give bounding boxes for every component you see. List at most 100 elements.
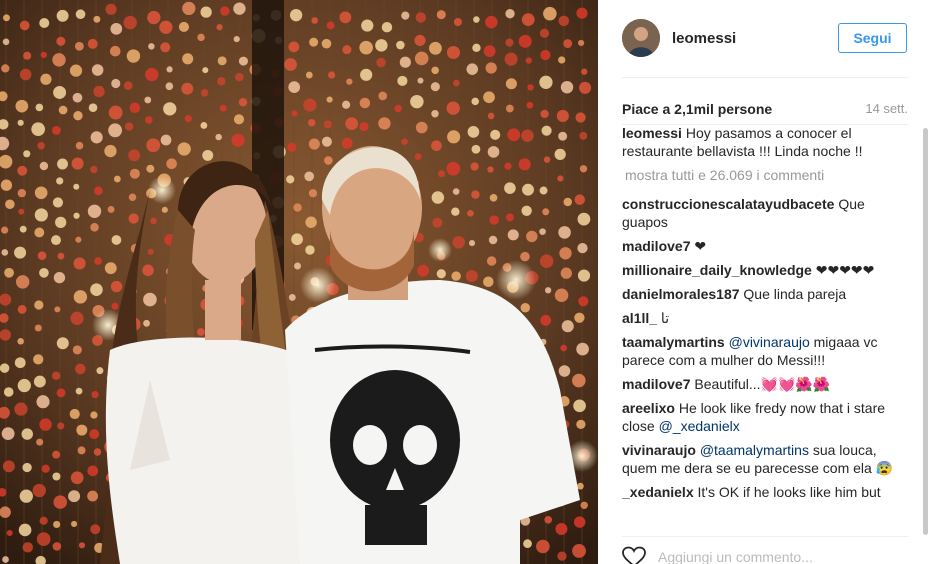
flower	[560, 344, 568, 352]
flower	[111, 235, 122, 245]
flower	[574, 312, 585, 323]
comment-mention[interactable]: @taamalymartins	[700, 442, 809, 458]
flower	[23, 150, 31, 158]
flower	[563, 197, 572, 207]
flower	[375, 39, 388, 52]
comment-username[interactable]: areelixo	[622, 400, 675, 416]
flower	[489, 215, 499, 225]
flower	[453, 17, 462, 27]
flower	[452, 236, 465, 249]
flower	[40, 51, 47, 59]
flower	[52, 53, 66, 67]
flower	[142, 264, 154, 277]
caption-username[interactable]: leomessi	[622, 125, 682, 141]
flower	[431, 140, 442, 152]
flower	[161, 206, 168, 213]
flower	[93, 85, 105, 98]
flower	[504, 52, 518, 66]
comments-scrollbar[interactable]	[922, 128, 929, 535]
flower	[381, 21, 393, 33]
comment: construccionescalatayudbacete Que guapos	[622, 195, 908, 231]
comment-username[interactable]: madilove7	[622, 376, 690, 392]
flower	[39, 418, 52, 431]
flower	[446, 161, 461, 176]
comment-mention[interactable]: @_xedanielx	[659, 418, 740, 434]
comment-username[interactable]: vivinaraujo	[622, 442, 696, 458]
flower	[467, 126, 480, 138]
flower	[1, 427, 15, 441]
flower	[0, 179, 13, 191]
likes-count[interactable]: Piace a 2,1mil persone	[622, 101, 772, 117]
flower	[573, 399, 586, 413]
flower	[128, 213, 139, 224]
comment-username[interactable]: millionaire_daily_knowledge	[622, 262, 812, 278]
flower	[539, 228, 546, 235]
flower	[6, 529, 13, 536]
flower	[91, 64, 104, 76]
flower	[93, 448, 102, 456]
flower	[504, 182, 516, 194]
flower	[22, 542, 34, 553]
post-timestamp[interactable]: 14 sett.	[865, 101, 908, 116]
flower	[577, 39, 585, 47]
flower	[394, 104, 402, 113]
flower	[75, 363, 86, 375]
flower	[69, 64, 83, 77]
flower	[341, 137, 353, 149]
flower	[305, 245, 315, 255]
flower	[166, 66, 173, 73]
flower	[75, 236, 82, 243]
post-author-username[interactable]: leomessi	[672, 30, 736, 47]
flower	[339, 11, 352, 24]
load-more-comments-link[interactable]: mostra tutti e 26.069 i commenti	[625, 166, 908, 184]
flower	[87, 465, 99, 477]
flower	[557, 551, 567, 561]
flower	[0, 329, 12, 341]
comment-username[interactable]: taamalymartins	[622, 334, 725, 350]
flower	[39, 267, 49, 278]
comment-username[interactable]: construccionescalatayudbacete	[622, 196, 834, 212]
flower	[200, 122, 208, 129]
flower	[70, 520, 78, 528]
follow-button[interactable]: Segui	[838, 23, 907, 53]
comment-username[interactable]: danielmorales187	[622, 286, 740, 302]
flower	[96, 367, 104, 375]
flower	[34, 186, 48, 200]
flower	[468, 240, 476, 247]
comment-mention[interactable]: @vivinaraujo	[729, 334, 810, 350]
flower	[57, 158, 68, 170]
flower	[111, 78, 121, 89]
comment-username[interactable]: _xedanielx	[622, 484, 694, 500]
flower	[75, 387, 83, 395]
flower	[397, 75, 408, 86]
flower	[34, 227, 45, 238]
flower	[554, 288, 569, 303]
flower	[129, 102, 141, 114]
comment-username[interactable]: al1ll_	[622, 310, 657, 326]
flower	[579, 131, 588, 140]
post-photo[interactable]	[0, 0, 598, 564]
heart-outline-icon[interactable]	[622, 546, 646, 564]
flower	[87, 204, 102, 218]
comment-text: Beautiful...💓💓🌺🌺	[694, 376, 831, 392]
flower	[159, 20, 173, 34]
flower	[558, 15, 570, 27]
flower	[144, 96, 152, 104]
flower	[75, 141, 84, 150]
flower	[432, 217, 443, 228]
scrollbar-thumb[interactable]	[923, 128, 928, 535]
add-comment-input[interactable]: Aggiungi un commento...	[658, 549, 813, 564]
flower	[52, 542, 62, 551]
flower	[94, 257, 102, 265]
flower	[51, 371, 61, 380]
flower	[578, 296, 589, 307]
flower	[326, 21, 335, 30]
flower	[15, 275, 30, 289]
flower	[288, 294, 296, 301]
comment-username[interactable]: madilove7	[622, 238, 690, 254]
flower	[34, 208, 48, 222]
avatar[interactable]	[622, 19, 660, 57]
post-header: leomessi Segui	[622, 0, 908, 78]
flower	[14, 402, 28, 416]
flower	[399, 56, 411, 68]
